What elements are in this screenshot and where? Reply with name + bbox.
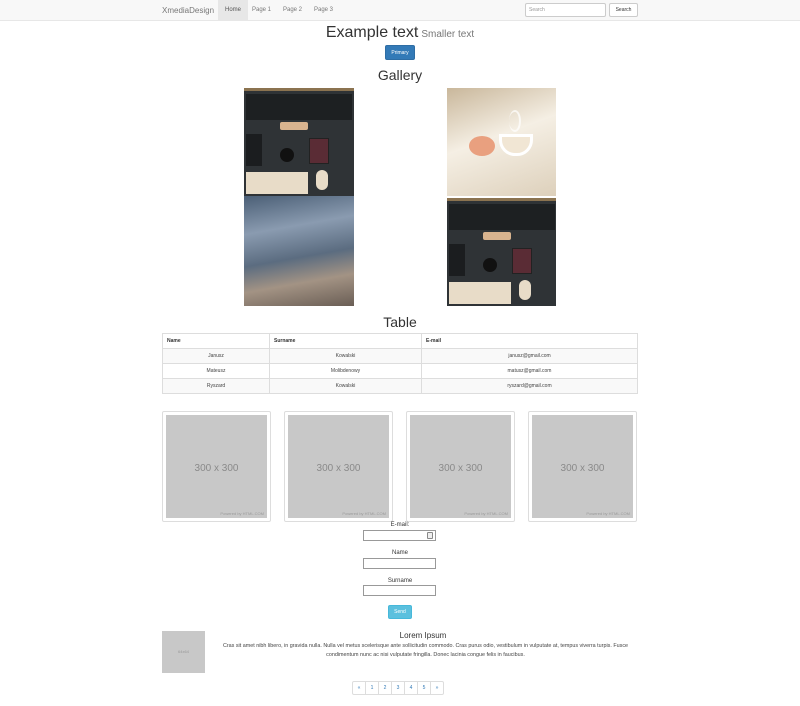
nav-item-page-1[interactable]: Page 1 (245, 0, 278, 20)
thumbnail-4[interactable]: 300 x 300 Powered by HTML.COM (528, 411, 637, 522)
cell-email: janusz@gmail.com (421, 348, 638, 364)
email-field[interactable] (363, 530, 436, 541)
gallery-image-tea[interactable] (447, 88, 556, 196)
thumbnail-credit: Powered by HTML.COM (464, 511, 508, 516)
table-row: Mateusz Molibdenowy matusz@gmail.com (162, 363, 638, 379)
brand-link[interactable]: XmediaDesign (162, 6, 214, 15)
surname-field[interactable] (363, 585, 436, 596)
search-button[interactable]: Search (609, 3, 638, 17)
column-header-surname: Surname (269, 333, 422, 349)
nav-item-page-3[interactable]: Page 3 (307, 0, 340, 20)
cell-surname: Kowalski (269, 378, 422, 394)
thumbnail-size-label: 300 x 300 (316, 463, 361, 474)
gallery-image-desk-2[interactable] (447, 198, 556, 306)
nav-item-home[interactable]: Home (218, 0, 249, 20)
gallery-image-desk[interactable] (244, 88, 354, 196)
media-title: Lorem Ipsum (399, 631, 447, 640)
thumbnail-2[interactable]: 300 x 300 Powered by HTML.COM (284, 411, 393, 522)
thumbnail-size-label: 300 x 300 (194, 463, 239, 474)
media-image: 64x64 (162, 631, 205, 673)
placeholder-image: 300 x 300 Powered by HTML.COM (410, 415, 511, 518)
primary-button[interactable]: Primary (385, 45, 415, 60)
placeholder-image: 300 x 300 Powered by HTML.COM (288, 415, 389, 518)
email-label: E-mail: (390, 522, 410, 528)
pagination-page-2[interactable]: 2 (378, 681, 392, 695)
cell-email: matusz@gmail.com (421, 363, 638, 379)
page-subtitle: Smaller text (421, 29, 475, 40)
cell-email: ryszard@gmail.com (421, 378, 638, 394)
thumbnail-credit: Powered by HTML.COM (586, 511, 630, 516)
table-title: Table (383, 314, 417, 330)
thumbnail-size-label: 300 x 300 (438, 463, 483, 474)
thumbnail-credit: Powered by HTML.COM (342, 511, 386, 516)
placeholder-image: 300 x 300 Powered by HTML.COM (166, 415, 267, 518)
pagination-page-3[interactable]: 3 (391, 681, 405, 695)
thumbnail-size-label: 300 x 300 (560, 463, 605, 474)
navbar: XmediaDesign Home Page 1 Page 2 Page 3 S… (0, 0, 800, 21)
search-input[interactable] (525, 3, 606, 17)
name-field[interactable] (363, 558, 436, 569)
media-body: Cras sit amet nibh libero, in gravida nu… (222, 643, 629, 658)
cell-name: Mateusz (162, 363, 270, 379)
autofill-icon[interactable] (427, 532, 433, 539)
pagination-page-1[interactable]: 1 (365, 681, 379, 695)
table-row: Janusz Kowalski janusz@gmail.com (162, 348, 638, 364)
pagination-page-4[interactable]: 4 (404, 681, 418, 695)
page-title: Example text (325, 24, 419, 41)
thumbnail-3[interactable]: 300 x 300 Powered by HTML.COM (406, 411, 515, 522)
pagination: « 1 2 3 4 5 » (352, 681, 444, 695)
name-label: Name (391, 550, 408, 556)
nav-item-page-2[interactable]: Page 2 (276, 0, 309, 20)
thumbnail-credit: Powered by HTML.COM (220, 511, 264, 516)
cell-name: Janusz (162, 348, 270, 364)
cell-surname: Kowalski (269, 348, 422, 364)
send-button[interactable]: Send (388, 605, 412, 619)
surname-label: Surname (387, 578, 413, 584)
users-table: Name Surname E-mail Janusz Kowalski janu… (162, 333, 638, 394)
hero-heading: Example text Smaller text (0, 24, 800, 42)
cell-surname: Molibdenowy (269, 363, 422, 379)
thumbnail-1[interactable]: 300 x 300 Powered by HTML.COM (162, 411, 271, 522)
column-header-name: Name (162, 333, 270, 349)
table-header-row: Name Surname E-mail (162, 333, 638, 349)
gallery-image-water[interactable] (244, 196, 354, 306)
table-row: Ryszard Kowalski ryszard@gmail.com (162, 378, 638, 394)
pagination-next[interactable]: » (430, 681, 444, 695)
pagination-prev[interactable]: « (352, 681, 366, 695)
placeholder-image: 300 x 300 Powered by HTML.COM (532, 415, 633, 518)
media-image-label: 64x64 (178, 649, 189, 654)
pagination-page-5[interactable]: 5 (417, 681, 431, 695)
cell-name: Ryszard (162, 378, 270, 394)
gallery-title: Gallery (377, 67, 423, 83)
column-header-email: E-mail (421, 333, 638, 349)
